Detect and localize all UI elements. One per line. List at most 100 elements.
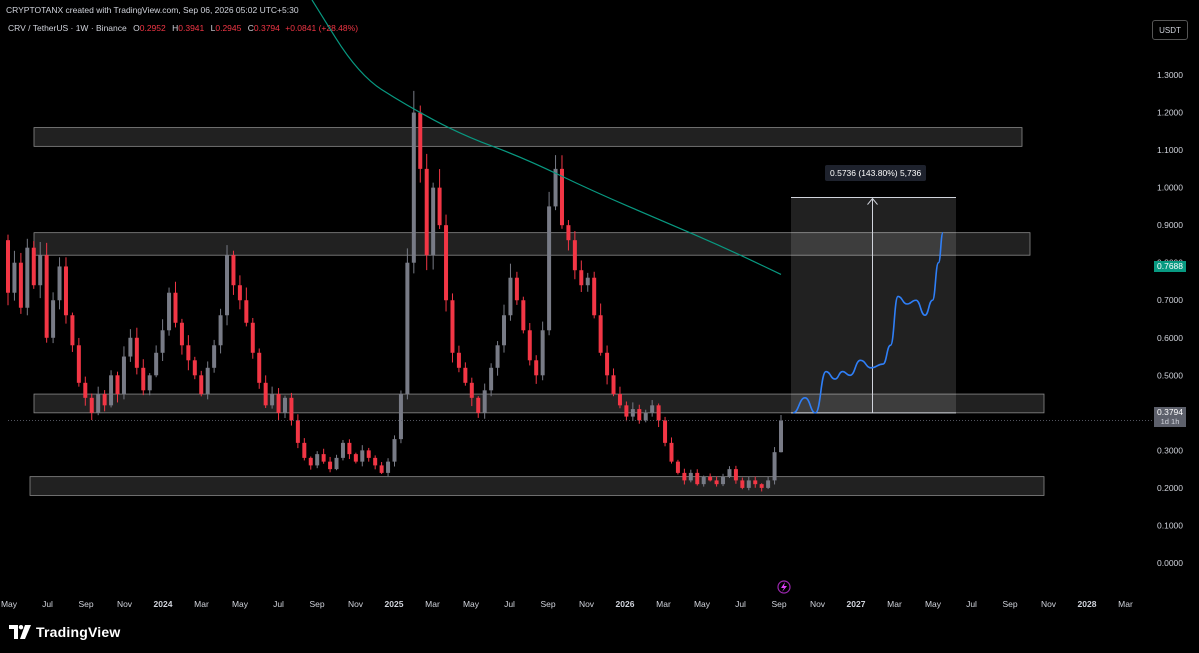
- candle[interactable]: [727, 466, 732, 479]
- candle[interactable]: [373, 455, 378, 470]
- candle[interactable]: [353, 452, 358, 464]
- candle[interactable]: [134, 327, 139, 375]
- candle[interactable]: [96, 386, 101, 416]
- candle[interactable]: [25, 238, 30, 316]
- candle[interactable]: [514, 271, 519, 305]
- tradingview-logo[interactable]: TradingView: [9, 624, 120, 640]
- candle[interactable]: [276, 388, 281, 420]
- candle[interactable]: [212, 339, 217, 373]
- candle[interactable]: [598, 303, 603, 356]
- candle[interactable]: [31, 241, 36, 289]
- candle[interactable]: [675, 459, 680, 475]
- candle[interactable]: [398, 390, 403, 444]
- candle[interactable]: [617, 386, 622, 409]
- candle[interactable]: [44, 242, 49, 343]
- candle[interactable]: [250, 317, 255, 359]
- candle[interactable]: [663, 416, 668, 447]
- candle[interactable]: [456, 345, 461, 373]
- candle[interactable]: [495, 341, 500, 376]
- candle[interactable]: [405, 248, 410, 400]
- candle[interactable]: [411, 90, 416, 274]
- candle[interactable]: [70, 312, 75, 352]
- candle[interactable]: [559, 155, 564, 229]
- candle[interactable]: [386, 458, 391, 477]
- candle[interactable]: [611, 368, 616, 397]
- candle[interactable]: [302, 438, 307, 461]
- candle[interactable]: [463, 362, 468, 386]
- candle[interactable]: [527, 322, 532, 366]
- candle[interactable]: [502, 304, 507, 353]
- candle[interactable]: [521, 296, 526, 334]
- candle[interactable]: [51, 292, 56, 344]
- candle[interactable]: [218, 308, 223, 354]
- candle[interactable]: [173, 281, 178, 328]
- candle[interactable]: [257, 348, 262, 389]
- support-resistance-zone[interactable]: [29, 476, 1045, 496]
- price-range-box[interactable]: [791, 197, 956, 413]
- candle[interactable]: [334, 454, 339, 471]
- candle[interactable]: [585, 272, 590, 292]
- candle[interactable]: [534, 355, 539, 384]
- candle[interactable]: [270, 386, 275, 409]
- measure-label[interactable]: 0.5736 (143.80%) 5,736: [825, 165, 927, 181]
- candle[interactable]: [540, 321, 545, 381]
- candle[interactable]: [263, 375, 268, 409]
- candle[interactable]: [63, 257, 68, 324]
- candle[interactable]: [392, 435, 397, 467]
- candle[interactable]: [553, 155, 558, 211]
- candle[interactable]: [295, 414, 300, 449]
- candle[interactable]: [437, 169, 442, 229]
- candle[interactable]: [225, 245, 230, 326]
- candle[interactable]: [669, 437, 674, 464]
- candle[interactable]: [244, 287, 249, 327]
- candle[interactable]: [315, 451, 320, 469]
- candle[interactable]: [12, 250, 17, 301]
- support-resistance-zone[interactable]: [33, 127, 1023, 147]
- candle[interactable]: [167, 287, 172, 336]
- candle[interactable]: [476, 396, 481, 418]
- candle[interactable]: [328, 456, 333, 473]
- candle[interactable]: [6, 234, 10, 306]
- candle[interactable]: [379, 462, 384, 475]
- candle[interactable]: [592, 271, 597, 319]
- candle[interactable]: [347, 439, 352, 460]
- lightning-icon[interactable]: [777, 580, 791, 594]
- candle[interactable]: [192, 356, 197, 380]
- candle[interactable]: [18, 252, 23, 314]
- candle[interactable]: [772, 447, 777, 485]
- candle[interactable]: [205, 361, 210, 400]
- candle[interactable]: [321, 448, 326, 464]
- candle[interactable]: [154, 345, 159, 378]
- candle[interactable]: [450, 293, 455, 363]
- candle[interactable]: [482, 383, 487, 419]
- candle[interactable]: [508, 263, 513, 321]
- candle[interactable]: [186, 335, 191, 371]
- candle[interactable]: [418, 105, 423, 183]
- candle[interactable]: [231, 250, 236, 295]
- candle[interactable]: [340, 439, 345, 461]
- candle[interactable]: [179, 318, 184, 355]
- candle[interactable]: [141, 359, 146, 396]
- candle[interactable]: [547, 191, 552, 336]
- candle[interactable]: [160, 319, 165, 362]
- candle[interactable]: [199, 370, 204, 397]
- candle[interactable]: [708, 473, 713, 482]
- candle[interactable]: [579, 260, 584, 292]
- candle[interactable]: [656, 403, 661, 428]
- candle[interactable]: [57, 257, 62, 310]
- candle[interactable]: [76, 337, 81, 387]
- candle[interactable]: [237, 275, 242, 310]
- price-chart[interactable]: 1.30001.20001.10001.00000.90000.80000.70…: [0, 0, 1199, 653]
- candle[interactable]: [489, 363, 494, 397]
- candle[interactable]: [444, 214, 449, 312]
- candle[interactable]: [308, 456, 313, 470]
- candle[interactable]: [282, 395, 287, 419]
- candle[interactable]: [431, 182, 436, 270]
- candle[interactable]: [605, 345, 610, 385]
- candle[interactable]: [128, 329, 133, 362]
- candle[interactable]: [366, 447, 371, 462]
- candle[interactable]: [147, 373, 152, 396]
- candle[interactable]: [695, 469, 700, 486]
- candle[interactable]: [424, 153, 429, 271]
- candle[interactable]: [121, 346, 126, 400]
